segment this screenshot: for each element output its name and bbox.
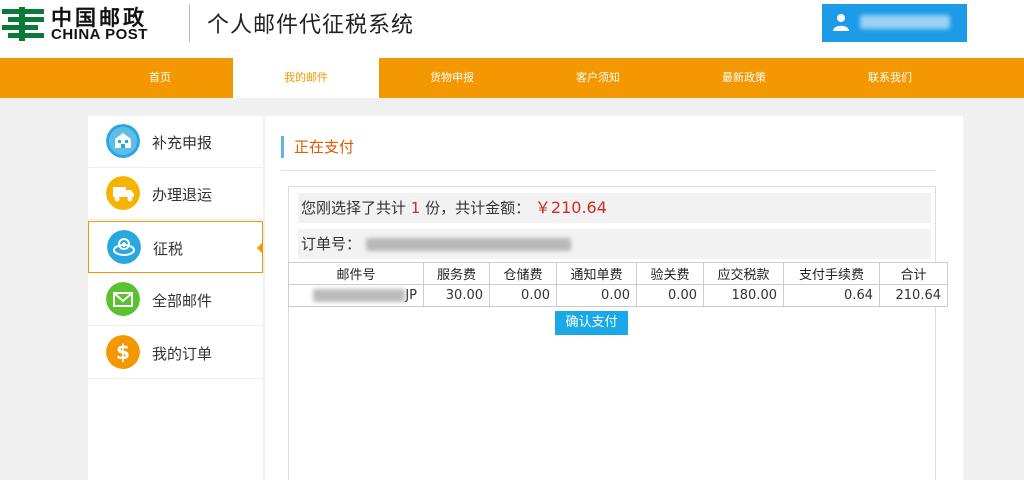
table-row: JP 30.00 0.00 0.00 0.00 180.00 0.64 210.… <box>288 284 948 307</box>
sidebar-item-tax[interactable]: 征税 <box>88 221 263 273</box>
dollar-icon: $ <box>106 335 140 369</box>
service-fee-cell: 30.00 <box>423 284 490 307</box>
notice-fee-cell: 0.00 <box>556 284 637 307</box>
mail-number-cell: JP <box>288 284 424 307</box>
logo-english-text: CHINA POST <box>51 26 148 43</box>
inspection-fee-cell: 0.00 <box>636 284 704 307</box>
nav-home[interactable]: 首页 <box>87 58 233 98</box>
nav-goods-declaration[interactable]: 货物申报 <box>379 58 525 98</box>
title-divider <box>281 170 936 171</box>
mail-icon <box>106 282 140 316</box>
storage-fee-cell: 0.00 <box>489 284 557 307</box>
total-amount: ￥210.64 <box>534 198 607 217</box>
sidebar-item-label: 办理退运 <box>152 186 213 204</box>
username-redacted <box>860 15 950 29</box>
column-header: 仓储费 <box>489 262 557 285</box>
sidebar-item-all-mail[interactable]: 全部邮件 <box>88 274 263 326</box>
nav-my-mail[interactable]: 我的邮件 <box>233 58 379 98</box>
sidebar-item-label: 补充申报 <box>152 134 213 152</box>
china-post-emblem-icon <box>2 7 44 41</box>
item-count: 1 <box>410 199 421 217</box>
column-header: 服务费 <box>423 262 490 285</box>
nav-latest-policy[interactable]: 最新政策 <box>671 58 817 98</box>
sidebar-item-label: 征税 <box>153 240 184 258</box>
confirm-payment-button[interactable]: 确认支付 <box>555 311 628 335</box>
order-number-redacted <box>365 238 571 251</box>
svg-text:$: $ <box>116 340 130 364</box>
building-icon <box>106 124 140 158</box>
tax-due-cell: 180.00 <box>703 284 784 307</box>
handling-fee-cell: 0.64 <box>783 284 880 307</box>
column-header: 邮件号 <box>288 262 424 285</box>
sidebar-item-label: 我的订单 <box>152 345 213 363</box>
tax-icon <box>107 230 141 264</box>
sidebar: 补充申报 办理退运 征税 全部邮件 $ 我的订单 <box>88 116 263 480</box>
column-header: 支付手续费 <box>783 262 880 285</box>
sidebar-item-label: 全部邮件 <box>152 292 213 310</box>
column-header: 通知单费 <box>556 262 637 285</box>
china-post-logo[interactable]: 中国邮政 CHINA POST <box>2 2 170 44</box>
header: 中国邮政 CHINA POST 个人邮件代征税系统 <box>0 0 1024 58</box>
column-header: 应交税款 <box>703 262 784 285</box>
order-number-label: 订单号： <box>301 235 362 253</box>
truck-icon <box>106 176 140 210</box>
mail-number-redacted <box>313 289 406 302</box>
total-cell: 210.64 <box>879 284 948 307</box>
nav-customer-notice[interactable]: 客户须知 <box>525 58 671 98</box>
nav-contact-us[interactable]: 联系我们 <box>817 58 963 98</box>
main-nav: 首页 我的邮件 货物申报 客户须知 最新政策 联系我们 <box>0 58 1024 98</box>
sidebar-item-my-orders[interactable]: $ 我的订单 <box>88 327 263 379</box>
summary-middle: 份，共计金额： <box>425 199 531 217</box>
order-number-row: 订单号： <box>298 229 931 259</box>
column-header: 验关费 <box>636 262 704 285</box>
user-icon <box>833 14 849 31</box>
column-header: 合计 <box>879 262 948 285</box>
header-divider <box>189 4 190 42</box>
sidebar-item-supplement-declaration[interactable]: 补充申报 <box>88 116 263 168</box>
section-title: 正在支付 <box>281 136 354 158</box>
user-account-button[interactable] <box>822 4 967 42</box>
main-panel: 正在支付 您刚选择了共计 1 份，共计金额： ￥210.64 订单号： 邮件号 … <box>265 116 963 480</box>
table-header-row: 邮件号 服务费 仓储费 通知单费 验关费 应交税款 支付手续费 合计 <box>288 262 948 285</box>
summary-prefix: 您刚选择了共计 <box>301 199 407 217</box>
fee-table: 邮件号 服务费 仓储费 通知单费 验关费 应交税款 支付手续费 合计 JP 30… <box>288 262 948 307</box>
system-title: 个人邮件代征税系统 <box>207 13 415 38</box>
sidebar-item-return-shipment[interactable]: 办理退运 <box>88 168 263 220</box>
mail-number-suffix: JP <box>405 288 417 303</box>
payment-summary: 您刚选择了共计 1 份，共计金额： ￥210.64 <box>298 193 931 223</box>
